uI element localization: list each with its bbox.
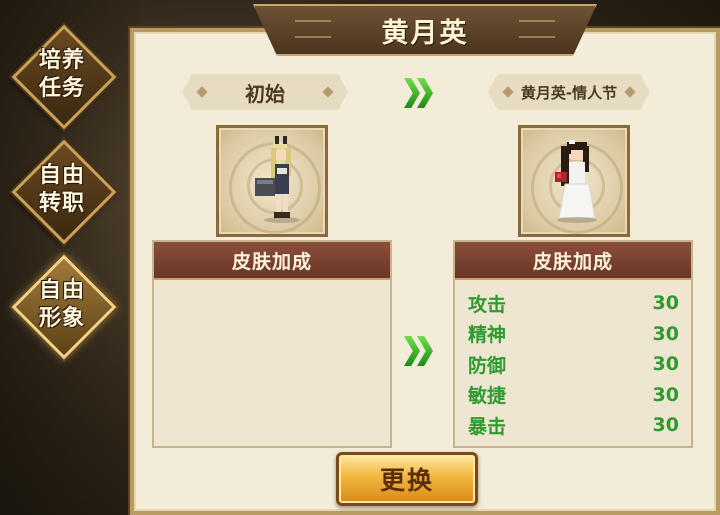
stat-label: 攻击 (468, 293, 507, 316)
stat-row-spirit: 精神 30 (455, 319, 691, 350)
character-sprite-initial (255, 136, 300, 223)
change-skin-button-label: 更换 (379, 466, 434, 495)
stat-row-agility: 敏捷 30 (455, 380, 691, 411)
plate-ornament (624, 86, 636, 98)
stat-value: 30 (652, 322, 679, 345)
change-skin-button[interactable]: 更换 (336, 452, 478, 506)
side-tab-label: 自由 形象 (38, 278, 85, 331)
current-skin-portrait[interactable] (216, 125, 328, 237)
stat-value: 30 (652, 292, 679, 315)
current-skin-name-plate: 初始 (182, 74, 348, 110)
title-banner: 黄月英 (253, 4, 597, 56)
stat-row-critical: 暴击 30 (455, 410, 691, 441)
plate-ornament (196, 86, 208, 98)
page-title: 黄月英 (381, 17, 469, 49)
target-skin-name: 黄月英-情人节 (520, 83, 618, 102)
stat-label: 敏捷 (468, 385, 507, 408)
target-skin-bonus-box: 皮肤加成 攻击 30 精神 30 防御 30 敏捷 30 暴击 30 (453, 240, 693, 448)
current-skin-bonus-box: 皮肤加成 (152, 240, 392, 448)
side-tab-free-appearance[interactable]: 自由 形象 (11, 254, 117, 360)
stat-value: 30 (652, 383, 679, 406)
side-tab-label: 培养 任务 (38, 48, 85, 101)
stat-row-defense: 防御 30 (455, 349, 691, 380)
stat-label: 暴击 (468, 415, 507, 438)
stat-row-attack: 攻击 30 (455, 288, 691, 319)
bonus-header: 皮肤加成 (455, 242, 691, 280)
double-chevron-right-icon (404, 336, 433, 366)
stat-value: 30 (652, 353, 679, 376)
plate-ornament (322, 86, 334, 98)
plate-ornament (502, 86, 514, 98)
target-skin-portrait[interactable] (518, 125, 630, 237)
double-chevron-right-icon (404, 78, 433, 108)
target-skin-name-plate: 黄月英-情人节 (488, 74, 650, 110)
stat-label: 防御 (468, 354, 507, 377)
current-skin-name: 初始 (245, 81, 285, 106)
stat-label: 精神 (468, 324, 507, 347)
side-tab-training-tasks[interactable]: 培养 任务 (11, 24, 117, 130)
side-tab-free-class-change[interactable]: 自由 转职 (11, 139, 117, 245)
stat-value: 30 (652, 414, 679, 437)
character-sprite-valentine (555, 140, 597, 223)
bonus-header: 皮肤加成 (154, 242, 390, 280)
side-tab-label: 自由 转职 (38, 163, 85, 216)
